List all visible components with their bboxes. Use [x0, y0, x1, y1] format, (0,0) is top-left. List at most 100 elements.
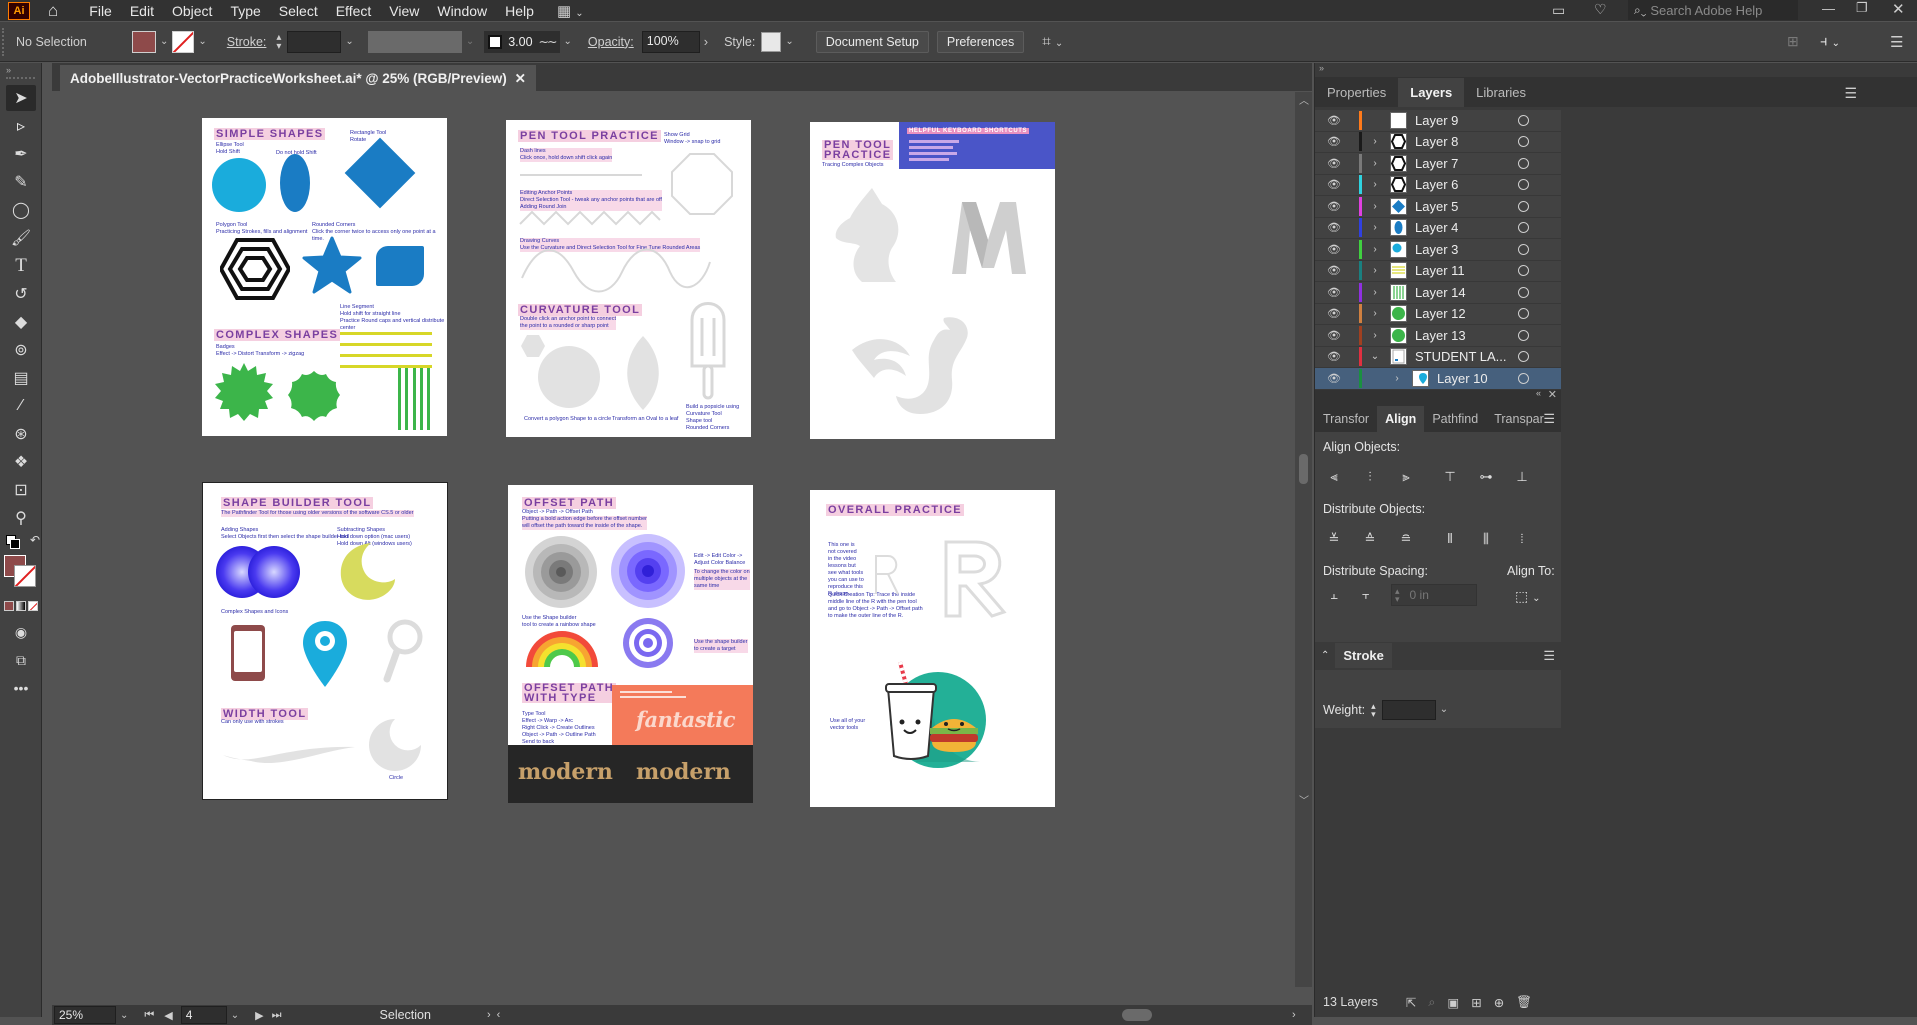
- layer-name[interactable]: Layer 13: [1415, 328, 1466, 343]
- layer-name[interactable]: Layer 7: [1415, 156, 1458, 171]
- layer-name[interactable]: Layer 11: [1415, 263, 1465, 278]
- expand-layer-icon[interactable]: ›: [1368, 308, 1382, 319]
- next-artboard-icon[interactable]: ▶: [255, 1009, 263, 1022]
- artboard-pen-tool-practice[interactable]: PEN TOOL PRACTICE Show Grid Window -> sn…: [506, 120, 751, 437]
- align-pixel-grid-icon[interactable]: ⊞: [1787, 33, 1799, 50]
- style-swatch[interactable]: [761, 31, 782, 52]
- workspace-switcher-icon[interactable]: ▦ ⌄: [557, 2, 584, 20]
- visibility-eye-icon[interactable]: 👁: [1327, 135, 1345, 148]
- swap-colors-icon[interactable]: ↶: [30, 533, 40, 547]
- align-horizontal-center-icon[interactable]: ⫶: [1357, 466, 1383, 488]
- layer-name[interactable]: STUDENT LA...: [1415, 349, 1507, 364]
- rainbow-arc[interactable]: [524, 629, 600, 669]
- document-tab[interactable]: AdobeIllustrator-VectorPracticeWorksheet…: [60, 65, 536, 91]
- layer-name[interactable]: Layer 10: [1437, 371, 1488, 386]
- layer-row[interactable]: 👁 › Layer 12: [1315, 303, 1561, 325]
- layer-target-icon[interactable]: [1518, 372, 1529, 384]
- variable-width-profile[interactable]: [367, 30, 462, 53]
- color-mode-icons[interactable]: [4, 601, 41, 611]
- blue-oval[interactable]: [280, 154, 310, 212]
- artboard-simple-shapes[interactable]: SIMPLE SHAPES Ellipse Tool Hold Shift Do…: [202, 118, 447, 436]
- layer-target-icon[interactable]: [1518, 308, 1529, 320]
- visibility-eye-icon[interactable]: 👁: [1327, 307, 1345, 320]
- visibility-eye-icon[interactable]: 👁: [1327, 329, 1345, 342]
- draw-mode-icon[interactable]: ◉: [6, 619, 36, 645]
- visibility-eye-icon[interactable]: 👁: [1327, 178, 1345, 191]
- panel-collapse-icon[interactable]: «: [1536, 388, 1541, 398]
- gradient-tool-icon[interactable]: ▤: [6, 365, 36, 391]
- map-pin-shape[interactable]: [301, 619, 349, 689]
- layer-target-icon[interactable]: [1518, 179, 1529, 191]
- profile-dropdown-icon[interactable]: ⌄: [466, 36, 474, 47]
- letter-r-outline[interactable]: [940, 540, 1010, 618]
- octagon-outline[interactable]: [670, 152, 734, 216]
- zoom-tool-icon[interactable]: ⚲: [6, 505, 36, 531]
- layer-target-icon[interactable]: [1518, 136, 1529, 148]
- visibility-eye-icon[interactable]: 👁: [1327, 264, 1345, 277]
- layer-row[interactable]: 👁 ⌄ STUDENT LA...: [1315, 346, 1561, 368]
- spacing-field[interactable]: ▴ ▾ 0 in: [1391, 583, 1477, 606]
- layer-row[interactable]: 👁 › Layer 13: [1315, 325, 1561, 347]
- layer-target-icon[interactable]: [1518, 351, 1529, 363]
- paintbrush-tool-icon[interactable]: 🖌: [6, 225, 36, 251]
- expand-layer-icon[interactable]: ›: [1368, 265, 1382, 276]
- green-vertical-lines[interactable]: [398, 368, 430, 430]
- collapse-toolbar-icon[interactable]: »: [6, 65, 41, 75]
- fill-stroke-widget[interactable]: [4, 555, 41, 595]
- transform-icon[interactable]: ⌗ ⌄: [1042, 33, 1063, 50]
- cyan-circle[interactable]: [212, 158, 266, 212]
- brush-dropdown-icon[interactable]: ⌄: [564, 36, 572, 47]
- layer-name[interactable]: Layer 5: [1415, 199, 1458, 214]
- artboard-offset-path[interactable]: OFFSET PATH Object -> Path -> Offset Pat…: [508, 485, 753, 803]
- layer-target-icon[interactable]: [1518, 243, 1529, 255]
- distribute-left-icon[interactable]: ⦀: [1437, 528, 1463, 550]
- dash-line[interactable]: [520, 174, 642, 176]
- layer-target-icon[interactable]: [1518, 329, 1529, 341]
- tab-transparency[interactable]: Transpar: [1486, 406, 1552, 432]
- expand-layer-icon[interactable]: ⌄: [1368, 351, 1382, 362]
- type-tool-icon[interactable]: T: [6, 253, 36, 279]
- pen-tool-icon[interactable]: ✒: [6, 141, 36, 167]
- menu-view[interactable]: View: [380, 3, 428, 19]
- stroke-collapse-icon[interactable]: ⌃: [1321, 650, 1329, 661]
- wavy-curve[interactable]: [518, 248, 714, 298]
- align-left-icon[interactable]: ⫷: [1321, 466, 1347, 488]
- stroke-swatch[interactable]: [172, 30, 195, 53]
- purple-concentric-circles[interactable]: [610, 533, 686, 609]
- delete-layer-icon[interactable]: 🗑: [1516, 995, 1532, 1010]
- search-box[interactable]: ⌕⌄ Search Adobe Help: [1628, 0, 1798, 20]
- close-window-icon[interactable]: ✕: [1892, 0, 1905, 18]
- new-sublayer-icon[interactable]: ⊞: [1471, 995, 1481, 1010]
- layer-target-icon[interactable]: [1518, 265, 1529, 277]
- vertical-scrollbar[interactable]: ︿ ﹀: [1295, 92, 1312, 987]
- default-colors-icon[interactable]: ↶: [6, 533, 41, 549]
- expand-layer-icon[interactable]: ›: [1368, 201, 1382, 212]
- align-panel-menu-icon[interactable]: ☰: [1543, 411, 1555, 427]
- modern-panel[interactable]: modern modern: [508, 745, 753, 803]
- letter-r-thin[interactable]: [872, 552, 902, 596]
- clipping-mask-icon[interactable]: ▣: [1447, 995, 1459, 1010]
- close-document-icon[interactable]: ✕: [515, 71, 526, 86]
- tab-transform[interactable]: Transfor: [1315, 406, 1377, 432]
- align-bottom-icon[interactable]: ⊥: [1509, 466, 1535, 488]
- blue-combined-circles[interactable]: [215, 545, 301, 599]
- visibility-eye-icon[interactable]: 👁: [1327, 221, 1345, 234]
- canvas[interactable]: SIMPLE SHAPES Ellipse Tool Hold Shift Do…: [52, 92, 1295, 987]
- layer-row[interactable]: 👁 › Layer 11: [1315, 260, 1561, 282]
- discover-icon[interactable]: ♡: [1594, 1, 1607, 18]
- hscroll-right-icon[interactable]: ›: [1292, 1009, 1296, 1021]
- fill-swatch[interactable]: [132, 30, 156, 53]
- expand-layer-icon[interactable]: ›: [1368, 244, 1382, 255]
- milkshake-burger-illustration[interactable]: [876, 658, 992, 774]
- scroll-up-icon[interactable]: ︿: [1299, 92, 1309, 107]
- align-right-icon[interactable]: ⫸: [1393, 466, 1419, 488]
- rotate-tool-icon[interactable]: ↺: [6, 281, 36, 307]
- style-dropdown-icon[interactable]: ⌄: [785, 36, 793, 47]
- eyedropper-tool-icon[interactable]: ⁄: [6, 393, 36, 419]
- stroke-weight-field[interactable]: [287, 30, 342, 53]
- cat-silhouette[interactable]: [832, 186, 906, 284]
- document-setup-button[interactable]: Document Setup: [815, 30, 929, 53]
- status-tool[interactable]: Selection: [380, 1008, 431, 1022]
- arrange-panels-icon[interactable]: ⫞ ⌄: [1820, 33, 1840, 50]
- swan-silhouette[interactable]: [850, 310, 980, 420]
